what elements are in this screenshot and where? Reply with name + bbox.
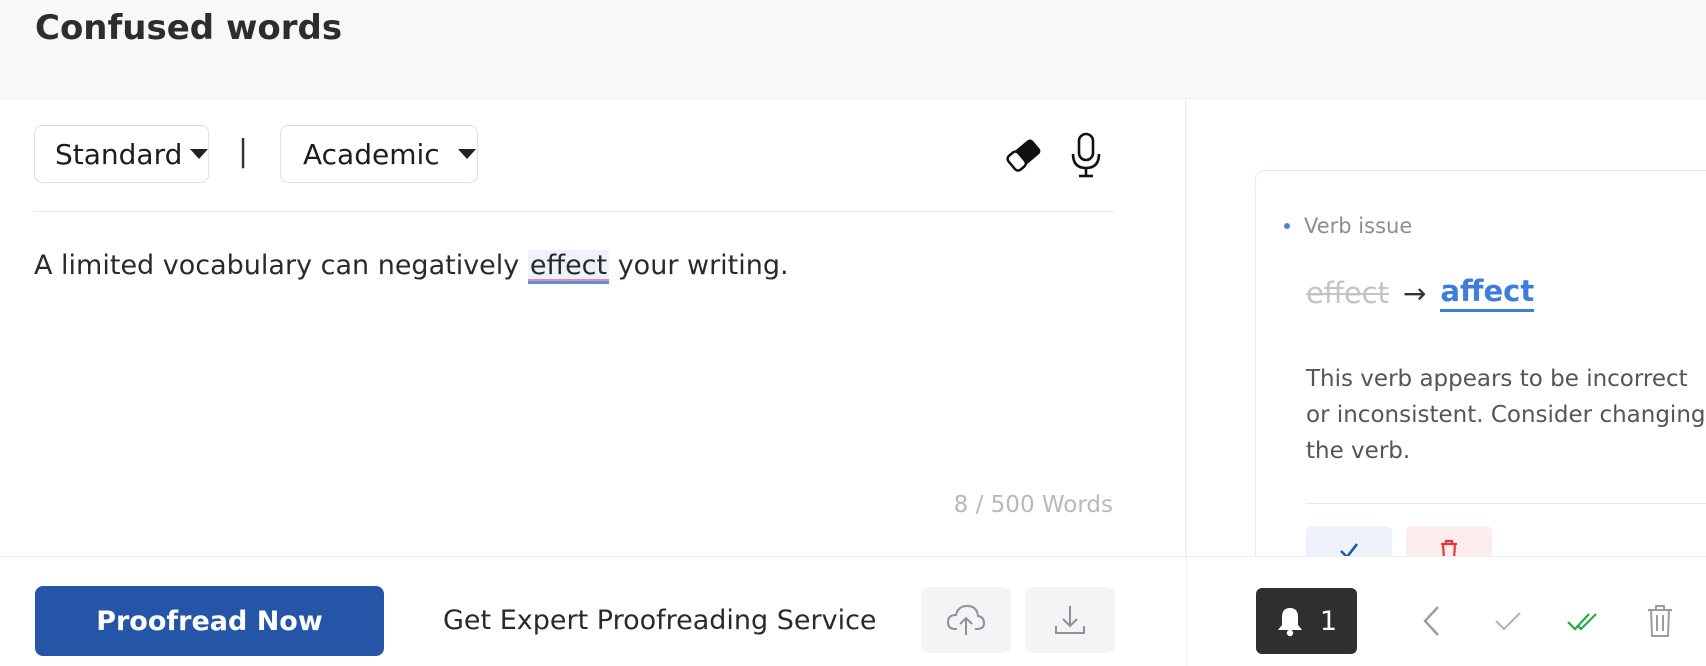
eraser-icon[interactable] — [999, 130, 1049, 180]
text-before: A limited vocabulary can negatively — [34, 250, 528, 281]
page-title: Confused words — [35, 8, 343, 48]
suggestion-card[interactable]: Verb issue effect → affect This verb app… — [1255, 170, 1706, 556]
delete-all-button[interactable] — [1640, 601, 1680, 641]
download-button[interactable] — [1025, 587, 1115, 653]
notifications-button[interactable]: 1 — [1256, 588, 1357, 654]
card-divider — [1306, 503, 1706, 504]
dialect-label: Standard — [55, 137, 183, 171]
issue-type-label: Verb issue — [1304, 214, 1413, 238]
download-icon — [1055, 606, 1085, 634]
editor-divider — [34, 211, 1114, 212]
flagged-word[interactable]: effect — [527, 250, 610, 284]
suggestion-explanation: This verb appears to be incorrect or inc… — [1306, 366, 1706, 464]
editor-panel: Standard | Academic A limited vocabulary… — [0, 100, 1186, 556]
arrow-right-icon: → — [1402, 276, 1427, 310]
correction: effect → affect — [1306, 274, 1535, 312]
double-check-icon — [1567, 613, 1597, 631]
notification-count: 1 — [1319, 605, 1338, 637]
cloud-upload-icon — [946, 604, 986, 635]
word-count: 8 / 500 Words — [953, 492, 1113, 518]
proofread-now-button[interactable]: Proofread Now — [35, 586, 384, 656]
chevron-left-icon — [1423, 606, 1439, 636]
expert-proofreading-link[interactable]: Get Expert Proofreading Service — [443, 605, 877, 636]
style-label: Academic — [303, 137, 440, 171]
style-dropdown[interactable]: Academic — [280, 125, 478, 183]
replacement-word[interactable]: affect — [1440, 274, 1535, 312]
accept-suggestion-button[interactable] — [1306, 526, 1392, 556]
chevron-down-icon — [190, 149, 209, 159]
chevron-down-icon — [457, 149, 476, 159]
upload-button[interactable] — [921, 587, 1011, 653]
footer-bar: Proofread Now Get Expert Proofreading Se… — [0, 556, 1706, 666]
bell-icon — [1277, 608, 1302, 637]
suggestions-panel: Verb issue effect → affect This verb app… — [1187, 100, 1706, 556]
toolbar-separator: | — [238, 134, 249, 169]
page-header: Confused words — [0, 0, 1706, 99]
accept-all-button[interactable] — [1564, 601, 1604, 641]
original-word: effect — [1306, 276, 1389, 310]
previous-suggestion-button[interactable] — [1412, 601, 1452, 641]
check-icon — [1495, 612, 1521, 631]
bullet-dot-icon — [1284, 223, 1290, 229]
microphone-icon[interactable] — [1061, 130, 1111, 180]
dialect-dropdown[interactable]: Standard — [34, 125, 209, 183]
accept-button[interactable] — [1488, 601, 1528, 641]
issue-type: Verb issue — [1284, 214, 1412, 238]
trash-icon — [1441, 539, 1457, 556]
footer-divider — [1186, 557, 1187, 666]
text-after: your writing. — [609, 250, 789, 281]
dismiss-suggestion-button[interactable] — [1406, 526, 1492, 556]
trash-icon — [1648, 605, 1672, 637]
check-icon — [1340, 543, 1359, 556]
editor-text[interactable]: A limited vocabulary can negatively effe… — [34, 250, 789, 284]
